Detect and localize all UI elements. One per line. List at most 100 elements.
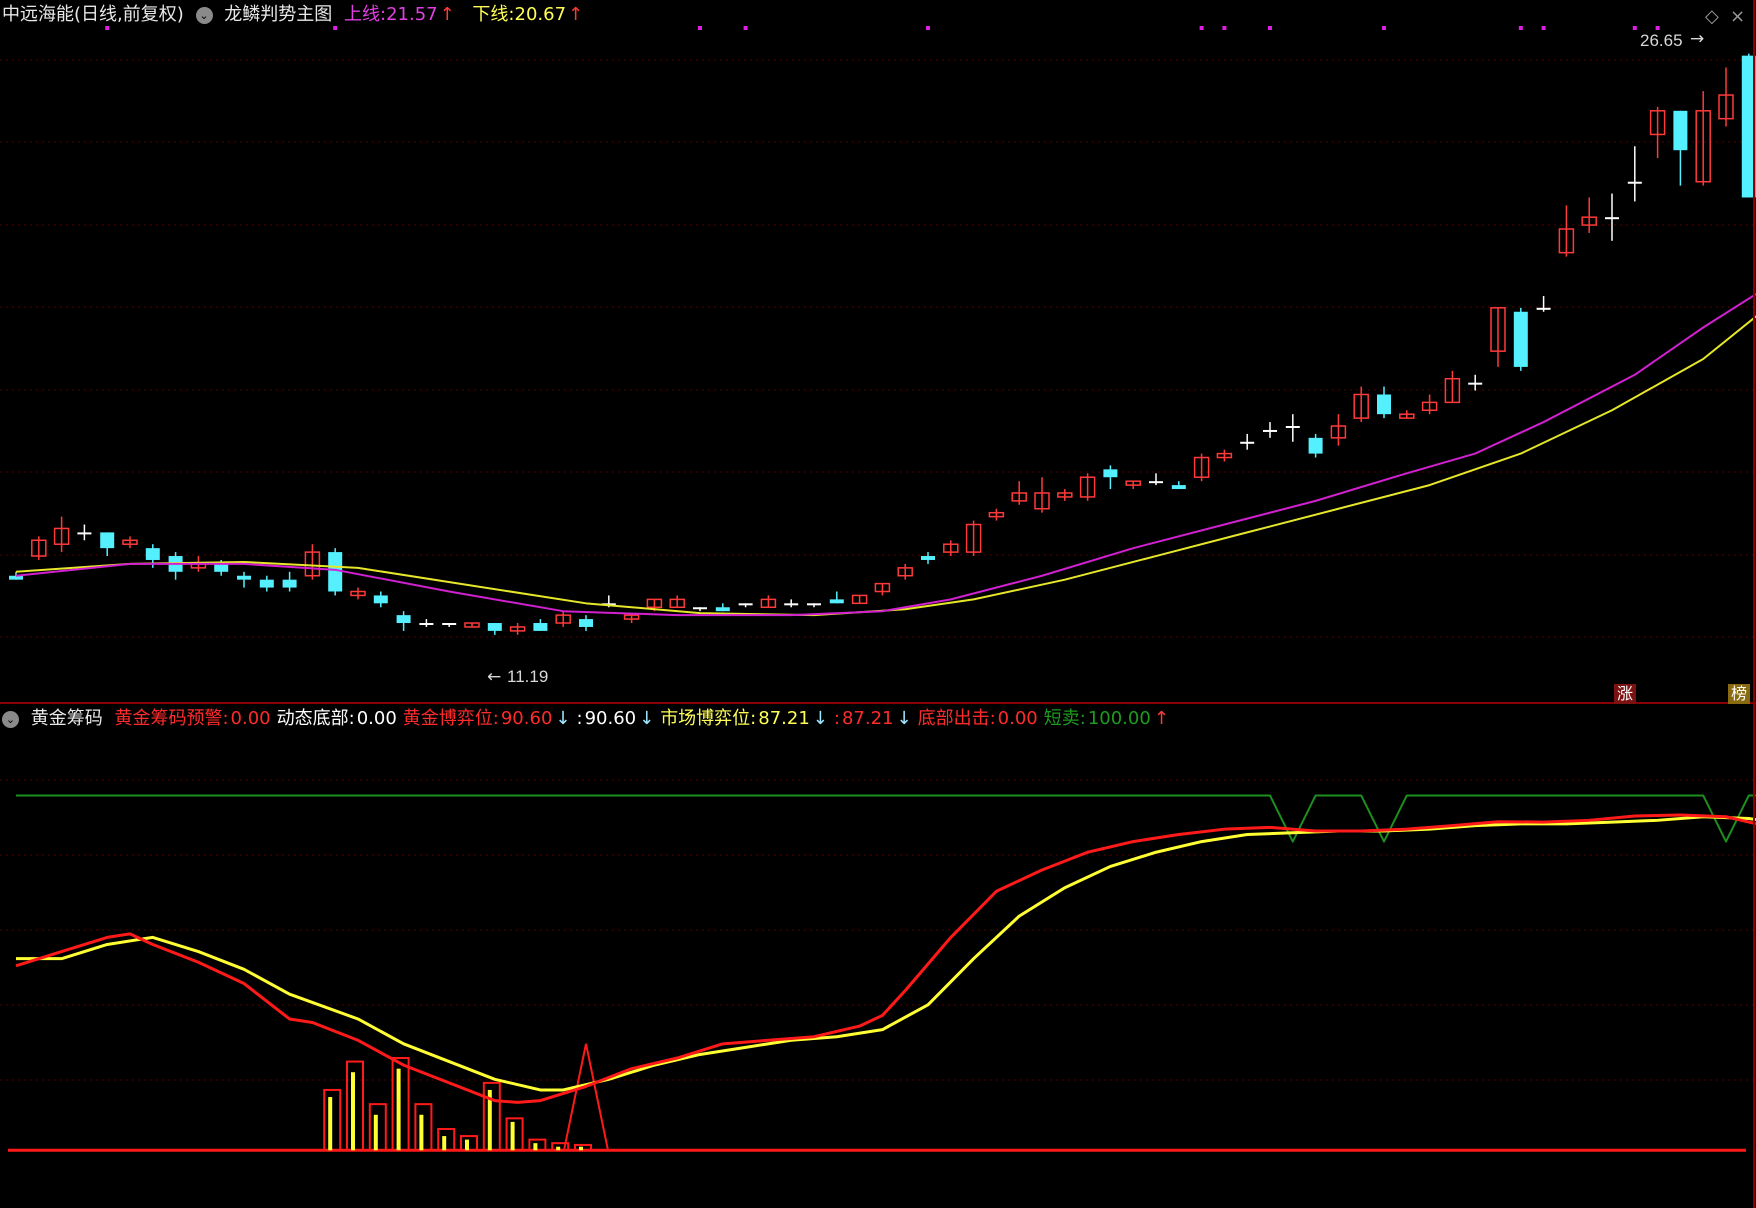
sub-stat-1: 动态底部: 0.00 [277,708,397,729]
down-arrow-icon: ↓ [639,708,655,729]
signal-dot [1655,26,1660,30]
signal-dot [1541,26,1546,30]
chip-bar-yellow [465,1139,469,1151]
chip-bar-yellow [442,1136,447,1151]
candle-body [921,556,935,560]
chip-bar-yellow [419,1114,424,1151]
toggle-circle-icon[interactable]: ⌄ [195,6,213,24]
sub-stat-label: 底部出击: [917,708,996,729]
signal-dot [698,26,702,30]
sub-indicator-name[interactable]: 黄金筹码 [31,708,103,729]
rise-badge[interactable]: 涨 [1614,684,1637,704]
candle-body [77,532,92,535]
sub-stat-value: 0.00 [997,708,1038,729]
sub-stat-value: 0.00 [230,708,271,729]
short-sell-line [16,794,1756,843]
candle-body [9,575,23,580]
up-arrow-icon: ↑ [1153,708,1169,729]
signal-dot [1199,26,1204,30]
low-price-label: 11.19 [507,667,548,686]
signal-dot [1222,26,1227,30]
candle-body [442,623,457,626]
signal-dot [1382,26,1386,30]
sub-stat-3: :90.60 ↓ [576,708,654,729]
down-arrow-icon: ↓ [555,708,571,729]
up-arrow-icon: ↑ [439,4,455,25]
candle-body [1240,441,1255,444]
candle-body [259,579,274,588]
candle-body [419,623,434,626]
rank-badge[interactable]: 榜 [1728,684,1751,704]
upper-line-label: 上线: [343,4,387,25]
sub-stat-value: 87.21 [841,708,894,729]
signal-dot [1268,26,1272,30]
sub-stat-label: 黄金博弈位: [402,708,499,729]
candle-body [237,575,251,580]
candle-body [1605,217,1619,220]
candle-body [282,579,297,588]
diamond-icon[interactable]: ◇ [1705,6,1719,27]
candle-body [738,603,753,606]
sub-stat-value: 87.21 [758,708,810,729]
low-arrow-icon: ← [487,667,501,687]
candle-body [829,599,844,604]
candle-body [693,607,707,610]
candle-body [1308,437,1323,454]
sub-stat-7: 短卖: 100.00 ↑ [1044,708,1169,729]
signal-dot [926,26,930,30]
close-x-icon[interactable]: × [1730,6,1745,27]
chip-bar-yellow [328,1097,333,1151]
market-game-line [16,815,1756,1092]
sub-stat-label: 黄金筹码预警: [114,708,229,729]
sub-stat-label: 短卖: [1043,708,1086,729]
candle-body [1149,481,1163,484]
sub-stat-value: 100.00 [1087,708,1151,729]
chip-bar-yellow [373,1114,378,1151]
high-price-label: 26.65 [1640,31,1683,50]
up-arrow-icon: ↑ [568,4,584,25]
chip-bar-yellow [556,1146,561,1151]
chip-bar-yellow [579,1146,583,1151]
candle-body [487,623,502,631]
sub-stat-label: 市场博弈位: [660,708,757,729]
chip-bar-yellow [533,1143,538,1151]
signal-dot [1632,26,1637,30]
candle-body [1673,110,1688,151]
candle-body [214,563,229,572]
lower-line-value: 20.67 [514,4,567,25]
down-arrow-icon: ↓ [896,708,912,729]
chip-bar-yellow [351,1072,355,1151]
candle-body [1285,426,1300,429]
bottom-strike-spike [563,1043,609,1151]
oscillator-chart [8,794,1756,1152]
sub-stat-4: 市场博弈位: 87.21 ↓ [660,708,828,729]
signal-dot [743,26,748,30]
high-arrow-icon: → [1690,29,1704,49]
chip-bar-yellow [510,1121,515,1151]
candle-body [1513,311,1528,367]
chip-bar-yellow [396,1068,401,1151]
sub-stat-value: 90.60 [500,708,553,729]
sub-stat-label: : [576,708,583,729]
main-indicator-name[interactable]: 龙鳞判势主图 [224,4,332,25]
lower-line-label: 下线: [472,4,515,25]
candle-body [396,615,411,624]
toggle-circle-icon[interactable]: ⌄ [2,710,19,728]
candle-body [100,532,115,549]
sub-stat-6: 底部出击: 0.00 [918,708,1038,729]
candle-body [1103,469,1118,478]
candle-body [328,552,343,592]
stock-title[interactable]: 中远海能(日线,前复权) [2,4,184,25]
golden-game-line [15,813,1756,1104]
ma-fast-line [15,292,1756,617]
down-arrow-icon: ↓ [812,708,828,729]
upper-line-value: 21.57 [386,4,438,25]
sub-stat-label: 动态底部: [276,708,355,729]
candle-body [579,619,593,627]
candle-body [373,595,388,604]
candle-body [1377,394,1391,415]
candlestick-chart [9,26,1756,635]
signal-dot [1518,26,1523,30]
candle-body [784,603,799,606]
sub-stat-label: : [833,708,840,729]
